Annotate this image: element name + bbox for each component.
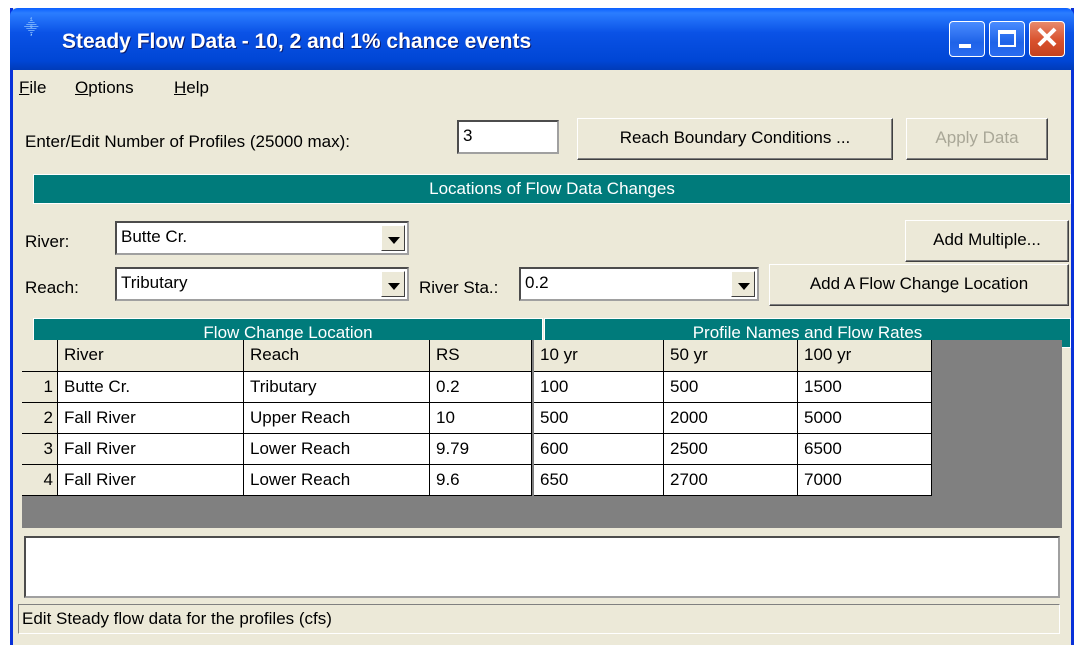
column-header[interactable]: River bbox=[58, 340, 244, 372]
grid-cell-reach[interactable]: Tributary bbox=[244, 372, 430, 403]
profiles-count-input[interactable]: 3 bbox=[457, 120, 559, 154]
add-flow-change-location-button[interactable]: Add A Flow Change Location bbox=[769, 264, 1069, 306]
grid-cell-p3[interactable]: 1500 bbox=[798, 372, 932, 403]
river-select[interactable]: Butte Cr. bbox=[115, 221, 409, 255]
grid-cell-reach[interactable]: Lower Reach bbox=[244, 465, 430, 496]
close-button[interactable]: ✕ bbox=[1029, 21, 1065, 57]
row-header[interactable]: 1 bbox=[22, 372, 58, 403]
profiles-label: Enter/Edit Number of Profiles (25000 max… bbox=[25, 132, 351, 151]
title-bar[interactable]: ⸎ Steady Flow Data - 10, 2 and 1% chance… bbox=[10, 8, 1074, 70]
row-header[interactable]: 3 bbox=[22, 434, 58, 465]
grid-cell-p1[interactable]: 600 bbox=[534, 434, 664, 465]
grid-cell-river[interactable]: Fall River bbox=[58, 403, 244, 434]
maximize-icon bbox=[998, 30, 1016, 47]
row-header[interactable]: 4 bbox=[22, 465, 58, 496]
menu-bar: File Options Help bbox=[13, 70, 1071, 106]
grid-cell-p3[interactable]: 7000 bbox=[798, 465, 932, 496]
grid-cell-reach[interactable]: Upper Reach bbox=[244, 403, 430, 434]
river-station-select[interactable]: 0.2 bbox=[519, 267, 759, 301]
minimize-icon bbox=[959, 44, 971, 48]
grid-cell-river[interactable]: Fall River bbox=[58, 465, 244, 496]
grid-cell-p1[interactable]: 650 bbox=[534, 465, 664, 496]
reach-select[interactable]: Tributary bbox=[115, 267, 409, 301]
grid-cell-rs[interactable]: 9.6 bbox=[430, 465, 532, 496]
river-value: Butte Cr. bbox=[121, 227, 188, 246]
status-bar: Edit Steady flow data for the profiles (… bbox=[18, 604, 1060, 634]
grid-corner bbox=[22, 340, 58, 372]
chevron-down-icon[interactable] bbox=[381, 225, 405, 251]
chevron-down-icon[interactable] bbox=[731, 271, 755, 297]
grid-cell-p3[interactable]: 5000 bbox=[798, 403, 932, 434]
river-station-label: River Sta.: bbox=[419, 278, 499, 297]
row-header[interactable]: 2 bbox=[22, 403, 58, 434]
column-header[interactable]: 10 yr bbox=[534, 340, 664, 372]
river-label: River: bbox=[25, 232, 70, 251]
grid-cell-p2[interactable]: 500 bbox=[664, 372, 798, 403]
grid-cell-p2[interactable]: 2700 bbox=[664, 465, 798, 496]
grid-cell-river[interactable]: Fall River bbox=[58, 434, 244, 465]
grid-cell-rs[interactable]: 10 bbox=[430, 403, 532, 434]
grid-cell-rs[interactable]: 0.2 bbox=[430, 372, 532, 403]
menu-help[interactable]: Help bbox=[174, 78, 209, 98]
grid-cell-p2[interactable]: 2500 bbox=[664, 434, 798, 465]
grid-cell-p2[interactable]: 2000 bbox=[664, 403, 798, 434]
menu-options[interactable]: Options bbox=[75, 78, 134, 98]
apply-data-button[interactable]: Apply Data bbox=[906, 118, 1048, 160]
grid-cell-rs[interactable]: 9.79 bbox=[430, 434, 532, 465]
close-icon: ✕ bbox=[1034, 22, 1060, 55]
window-title: Steady Flow Data - 10, 2 and 1% chance e… bbox=[62, 30, 532, 53]
reach-value: Tributary bbox=[121, 273, 188, 292]
chevron-down-icon[interactable] bbox=[381, 271, 405, 297]
locations-header: Locations of Flow Data Changes bbox=[33, 174, 1071, 204]
grid-cell-reach[interactable]: Lower Reach bbox=[244, 434, 430, 465]
add-multiple-button[interactable]: Add Multiple... bbox=[905, 220, 1069, 262]
flow-data-grid: River Reach RS 10 yr 50 yr 100 yr 1 Butte Cr. Tr… bbox=[22, 340, 1062, 528]
grid-cell-p1[interactable]: 100 bbox=[534, 372, 664, 403]
column-header[interactable]: 100 yr bbox=[798, 340, 932, 372]
minimize-button[interactable] bbox=[949, 21, 985, 57]
grid-cell-p1[interactable]: 500 bbox=[534, 403, 664, 434]
menu-file[interactable]: File bbox=[19, 78, 46, 98]
grid-cell-p3[interactable]: 6500 bbox=[798, 434, 932, 465]
river-station-value: 0.2 bbox=[525, 273, 549, 292]
reach-label: Reach: bbox=[25, 278, 79, 297]
column-header[interactable]: 50 yr bbox=[664, 340, 798, 372]
grid-cell-river[interactable]: Butte Cr. bbox=[58, 372, 244, 403]
message-box bbox=[24, 536, 1060, 598]
app-icon[interactable]: ⸎ bbox=[24, 18, 40, 35]
reach-boundary-conditions-button[interactable]: Reach Boundary Conditions ... bbox=[577, 118, 893, 160]
column-header[interactable]: RS bbox=[430, 340, 532, 372]
maximize-button[interactable] bbox=[989, 21, 1025, 57]
column-header[interactable]: Reach bbox=[244, 340, 430, 372]
